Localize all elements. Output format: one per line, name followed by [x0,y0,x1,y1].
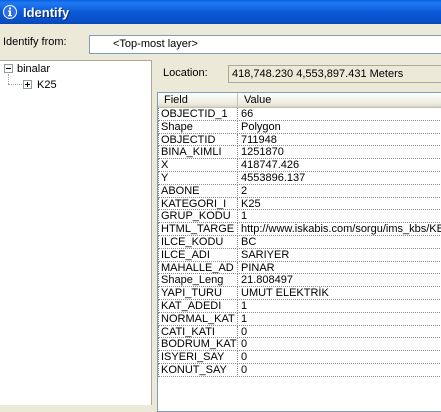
field-name-cell[interactable]: KATEGORI_I [161,198,237,211]
field-name-cell[interactable]: Y [161,172,237,185]
field-name-cell[interactable]: CATI_KATI [161,326,237,339]
field-value-cell[interactable]: K25 [241,198,441,211]
expand-icon[interactable] [23,80,32,89]
field-value-cell[interactable]: 418747.426 [241,159,441,172]
field-value-cell[interactable]: 711948 [241,134,441,147]
field-name-cell[interactable]: ISYERI_SAY [161,351,237,364]
identify-from-label: Identify from: [3,36,67,48]
location-value[interactable]: 418,748.230 4,553,897.431 Meters [228,65,441,83]
tree-connector [8,74,9,84]
table-row[interactable]: ISYERI_SAY 0 [158,351,441,364]
field-name-cell[interactable]: X [161,159,237,172]
field-name-cell[interactable]: NORMAL_KAT [161,313,237,326]
table-row[interactable]: ILCE_KODU BC [158,235,441,249]
tree-item-binalar[interactable]: binalar [17,63,50,75]
table-row[interactable]: CATI_KATI 0 [158,325,441,339]
table-row[interactable]: KAT_ADEDI 1 [158,299,441,313]
field-name-cell[interactable]: Shape_Leng [161,274,237,287]
table-row[interactable]: Shape Polygon [158,120,441,134]
table-row[interactable]: BINA_KIMLI 1251870 [158,146,441,160]
tree-connector [8,84,24,85]
field-name-cell[interactable]: KONUT_SAY [161,364,237,377]
attribute-grid[interactable]: Field Value OBJECTID_1 66 Shape Polygon OBJE… [157,92,441,412]
field-name-cell[interactable]: GRUP_KODU [161,210,237,223]
details-pane: Location: 418,748.230 4,553,897.431 Mete… [155,60,441,412]
table-row[interactable]: KATEGORI_I K25 [158,197,441,211]
field-name-cell[interactable]: KAT_ADEDI [161,300,237,313]
field-name-cell[interactable]: Shape [161,121,237,134]
table-row[interactable]: ABONE 2 [158,184,441,198]
table-row[interactable]: Shape_Leng 21.808497 [158,274,441,288]
column-header-value[interactable]: Value [238,93,441,108]
field-name-cell[interactable]: ILCE_KODU [161,236,237,249]
field-value-cell[interactable]: 1 [241,210,441,223]
location-row: Location: 418,748.230 4,553,897.431 Mete… [155,65,441,83]
field-value-cell[interactable]: BC [241,236,441,249]
field-value-cell[interactable]: 1251870 [241,146,441,159]
identify-from-value[interactable]: <Top-most layer> [89,35,441,54]
info-icon [3,5,17,19]
field-value-cell[interactable]: 66 [241,108,441,121]
field-name-cell[interactable]: HTML_TARGE [161,223,237,236]
field-name-cell[interactable]: OBJECTID [161,134,237,147]
title-bar[interactable]: Identify [0,0,441,24]
window-title: Identify [23,4,70,20]
field-value-cell[interactable]: 0 [241,338,441,351]
field-value-cell[interactable]: PINAR [241,262,441,275]
table-row[interactable]: OBJECTID 711948 [158,133,441,147]
grid-rows: OBJECTID_1 66 Shape Polygon OBJECTID 711948 BI… [158,108,441,377]
table-row[interactable]: MAHALLE_AD PINAR [158,261,441,275]
field-name-cell[interactable]: MAHALLE_AD [161,262,237,275]
grid-header: Field Value [158,93,441,108]
field-value-cell[interactable]: 0 [241,351,441,364]
field-value-cell[interactable]: Polygon [241,121,441,134]
field-value-cell[interactable]: 1 [241,300,441,313]
field-value-cell[interactable]: UMUT ELEKTRİK [241,287,441,300]
table-row[interactable]: HTML_TARGE http://www.iskabis.com/sorgu/i… [158,223,441,236]
table-row[interactable]: GRUP_KODU 1 [158,210,441,224]
field-name-cell[interactable]: BODRUM_KAT [161,338,237,351]
field-value-cell[interactable]: 0 [241,364,441,377]
table-row[interactable]: KONUT_SAY 0 [158,363,441,377]
table-row[interactable]: Y 4553896.137 [158,171,441,185]
table-row[interactable]: ILCE_ADI SARIYER [158,248,441,262]
field-name-cell[interactable]: BINA_KIMLI [161,146,237,159]
field-value-cell[interactable]: SARIYER [241,249,441,262]
tree-item-k25[interactable]: K25 [37,79,57,91]
field-name-cell[interactable]: ABONE [161,185,237,198]
table-row[interactable]: YAPI_TURU UMUT ELEKTRİK [158,287,441,300]
field-value-cell[interactable]: http://www.iskabis.com/sorgu/ims_kbs/KB [241,223,441,236]
table-row[interactable]: NORMAL_KAT 1 [158,312,441,326]
field-name-cell[interactable]: OBJECTID_1 [161,108,237,121]
field-name-cell[interactable]: ILCE_ADI [161,249,237,262]
table-row[interactable]: BODRUM_KAT 0 [158,338,441,352]
field-value-cell[interactable]: 4553896.137 [241,172,441,185]
field-value-cell[interactable]: 2 [241,185,441,198]
table-row[interactable]: OBJECTID_1 66 [158,108,441,121]
field-name-cell[interactable]: YAPI_TURU [161,287,237,300]
collapse-icon[interactable] [4,64,13,73]
identify-from-dropdown[interactable]: <Top-most layer> [89,35,441,54]
results-tree[interactable]: binalar K25 [0,60,152,405]
field-value-cell[interactable]: 1 [241,313,441,326]
field-value-cell[interactable]: 0 [241,326,441,339]
table-row[interactable]: X 418747.426 [158,159,441,172]
field-value-cell[interactable]: 21.808497 [241,274,441,287]
location-label: Location: [163,67,208,79]
identify-from-row: Identify from: <Top-most layer> [0,24,441,60]
column-header-field[interactable]: Field [158,93,238,108]
